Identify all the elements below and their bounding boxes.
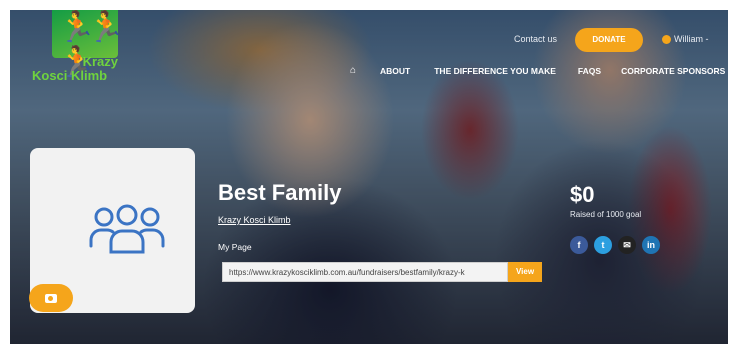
donate-button[interactable]: DONATE [575,28,643,52]
social-share: f t ✉ in [570,236,660,254]
upload-photo-button[interactable] [29,284,73,312]
page-title: Best Family [218,180,342,205]
main-nav: ⌂ ABOUT THE DIFFERENCE YOU MAKE FAQS COR… [350,65,725,76]
my-page-label: My Page [218,242,252,252]
nav-item-corporate-sponsors[interactable]: CORPORATE SPONSORS [621,66,725,76]
logo-text-line2: Kosci Klimb [32,68,108,83]
camera-icon [45,293,57,303]
organization-link[interactable]: Krazy Kosci Klimb [218,215,291,225]
logo-text-line1: Krazy [82,54,118,69]
user-icon [662,34,671,44]
goal-text: Raised of 1000 goal [570,210,642,219]
email-icon[interactable]: ✉ [618,236,636,254]
amount-raised: $0 [570,182,595,207]
site-logo[interactable]: 🏃🏃🏃 Krazy Kosci Klimb [32,10,125,86]
user-menu[interactable]: William - [662,34,709,44]
twitter-icon[interactable]: t [594,236,612,254]
nav-item-difference[interactable]: THE DIFFERENCE YOU MAKE [434,66,556,76]
hero-banner: 🏃🏃🏃 Krazy Kosci Klimb Contact us DONATE … [10,10,728,344]
page-url-input[interactable] [222,262,508,282]
nav-item-about[interactable]: ABOUT [380,66,410,76]
linkedin-icon[interactable]: in [642,236,660,254]
contact-link[interactable]: Contact us [514,34,557,44]
user-name: William - [674,34,709,44]
group-icon [89,204,165,254]
home-icon[interactable]: ⌂ [350,65,372,76]
nav-item-faqs[interactable]: FAQS [578,66,601,76]
view-button[interactable]: View [508,262,542,282]
facebook-icon[interactable]: f [570,236,588,254]
